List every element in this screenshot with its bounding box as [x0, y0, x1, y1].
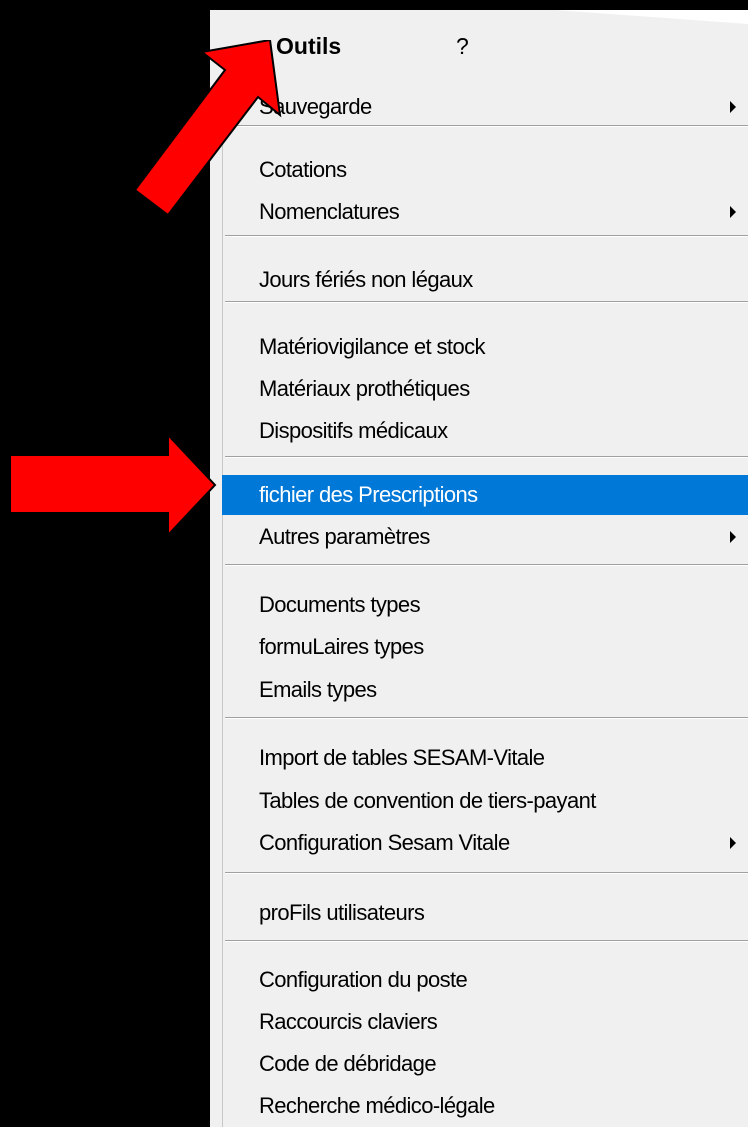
menu-item-sauvegarde[interactable]: Sauvegarde: [222, 87, 748, 127]
menu-item-dispositifs[interactable]: Dispositifs médicaux: [222, 411, 748, 451]
menu-separator: [225, 940, 748, 942]
submenu-arrow-icon: [730, 101, 736, 113]
menu-item-autres-parametres[interactable]: Autres paramètres: [222, 517, 748, 557]
menu-bar: Outils ?: [210, 10, 748, 74]
menu-item-emails-types[interactable]: Emails types: [222, 670, 748, 710]
submenu-arrow-icon: [730, 206, 736, 218]
menu-item-import-sesam[interactable]: Import de tables SESAM-Vitale: [222, 738, 748, 778]
menu-separator: [225, 456, 748, 458]
submenu-arrow-icon: [730, 531, 736, 543]
menu-item-profils[interactable]: proFils utilisateurs: [222, 893, 748, 933]
menu-item-prescriptions[interactable]: fichier des Prescriptions: [222, 475, 748, 515]
menu-help[interactable]: ?: [456, 33, 469, 60]
menu-item-config-poste[interactable]: Configuration du poste: [222, 960, 748, 1000]
menu-item-cotations[interactable]: Cotations: [222, 150, 748, 190]
menu-item-documents-types[interactable]: Documents types: [222, 585, 748, 625]
menu-item-nomenclatures[interactable]: Nomenclatures: [222, 192, 748, 232]
menu-item-config-sesam[interactable]: Configuration Sesam Vitale: [222, 823, 748, 863]
menu-separator: [225, 235, 748, 237]
submenu-arrow-icon: [730, 837, 736, 849]
red-arrow-icon: [133, 40, 282, 217]
menu-item-jours-feries[interactable]: Jours fériés non légaux: [222, 260, 748, 300]
menu-item-recherche-medico-legale[interactable]: Recherche médico-légale: [222, 1086, 748, 1126]
outils-menu-panel: Outils ? Sauvegarde Cotations Nomenclatu…: [210, 10, 748, 1127]
menu-separator: [225, 872, 748, 874]
menu-item-raccourcis[interactable]: Raccourcis claviers: [222, 1002, 748, 1042]
menu-separator: [225, 717, 748, 719]
menu-separator: [225, 301, 748, 303]
menu-item-materiovigilance[interactable]: Matériovigilance et stock: [222, 327, 748, 367]
menu-item-debridage[interactable]: Code de débridage: [222, 1044, 748, 1084]
menu-item-tables-convention[interactable]: Tables de convention de tiers-payant: [222, 781, 748, 821]
menu-item-materiaux[interactable]: Matériaux prothétiques: [222, 369, 748, 409]
menu-separator: [225, 125, 748, 127]
red-arrow-icon: [10, 432, 217, 538]
menu-item-formulaires-types[interactable]: formuLaires types: [222, 627, 748, 667]
menu-separator: [225, 564, 748, 566]
